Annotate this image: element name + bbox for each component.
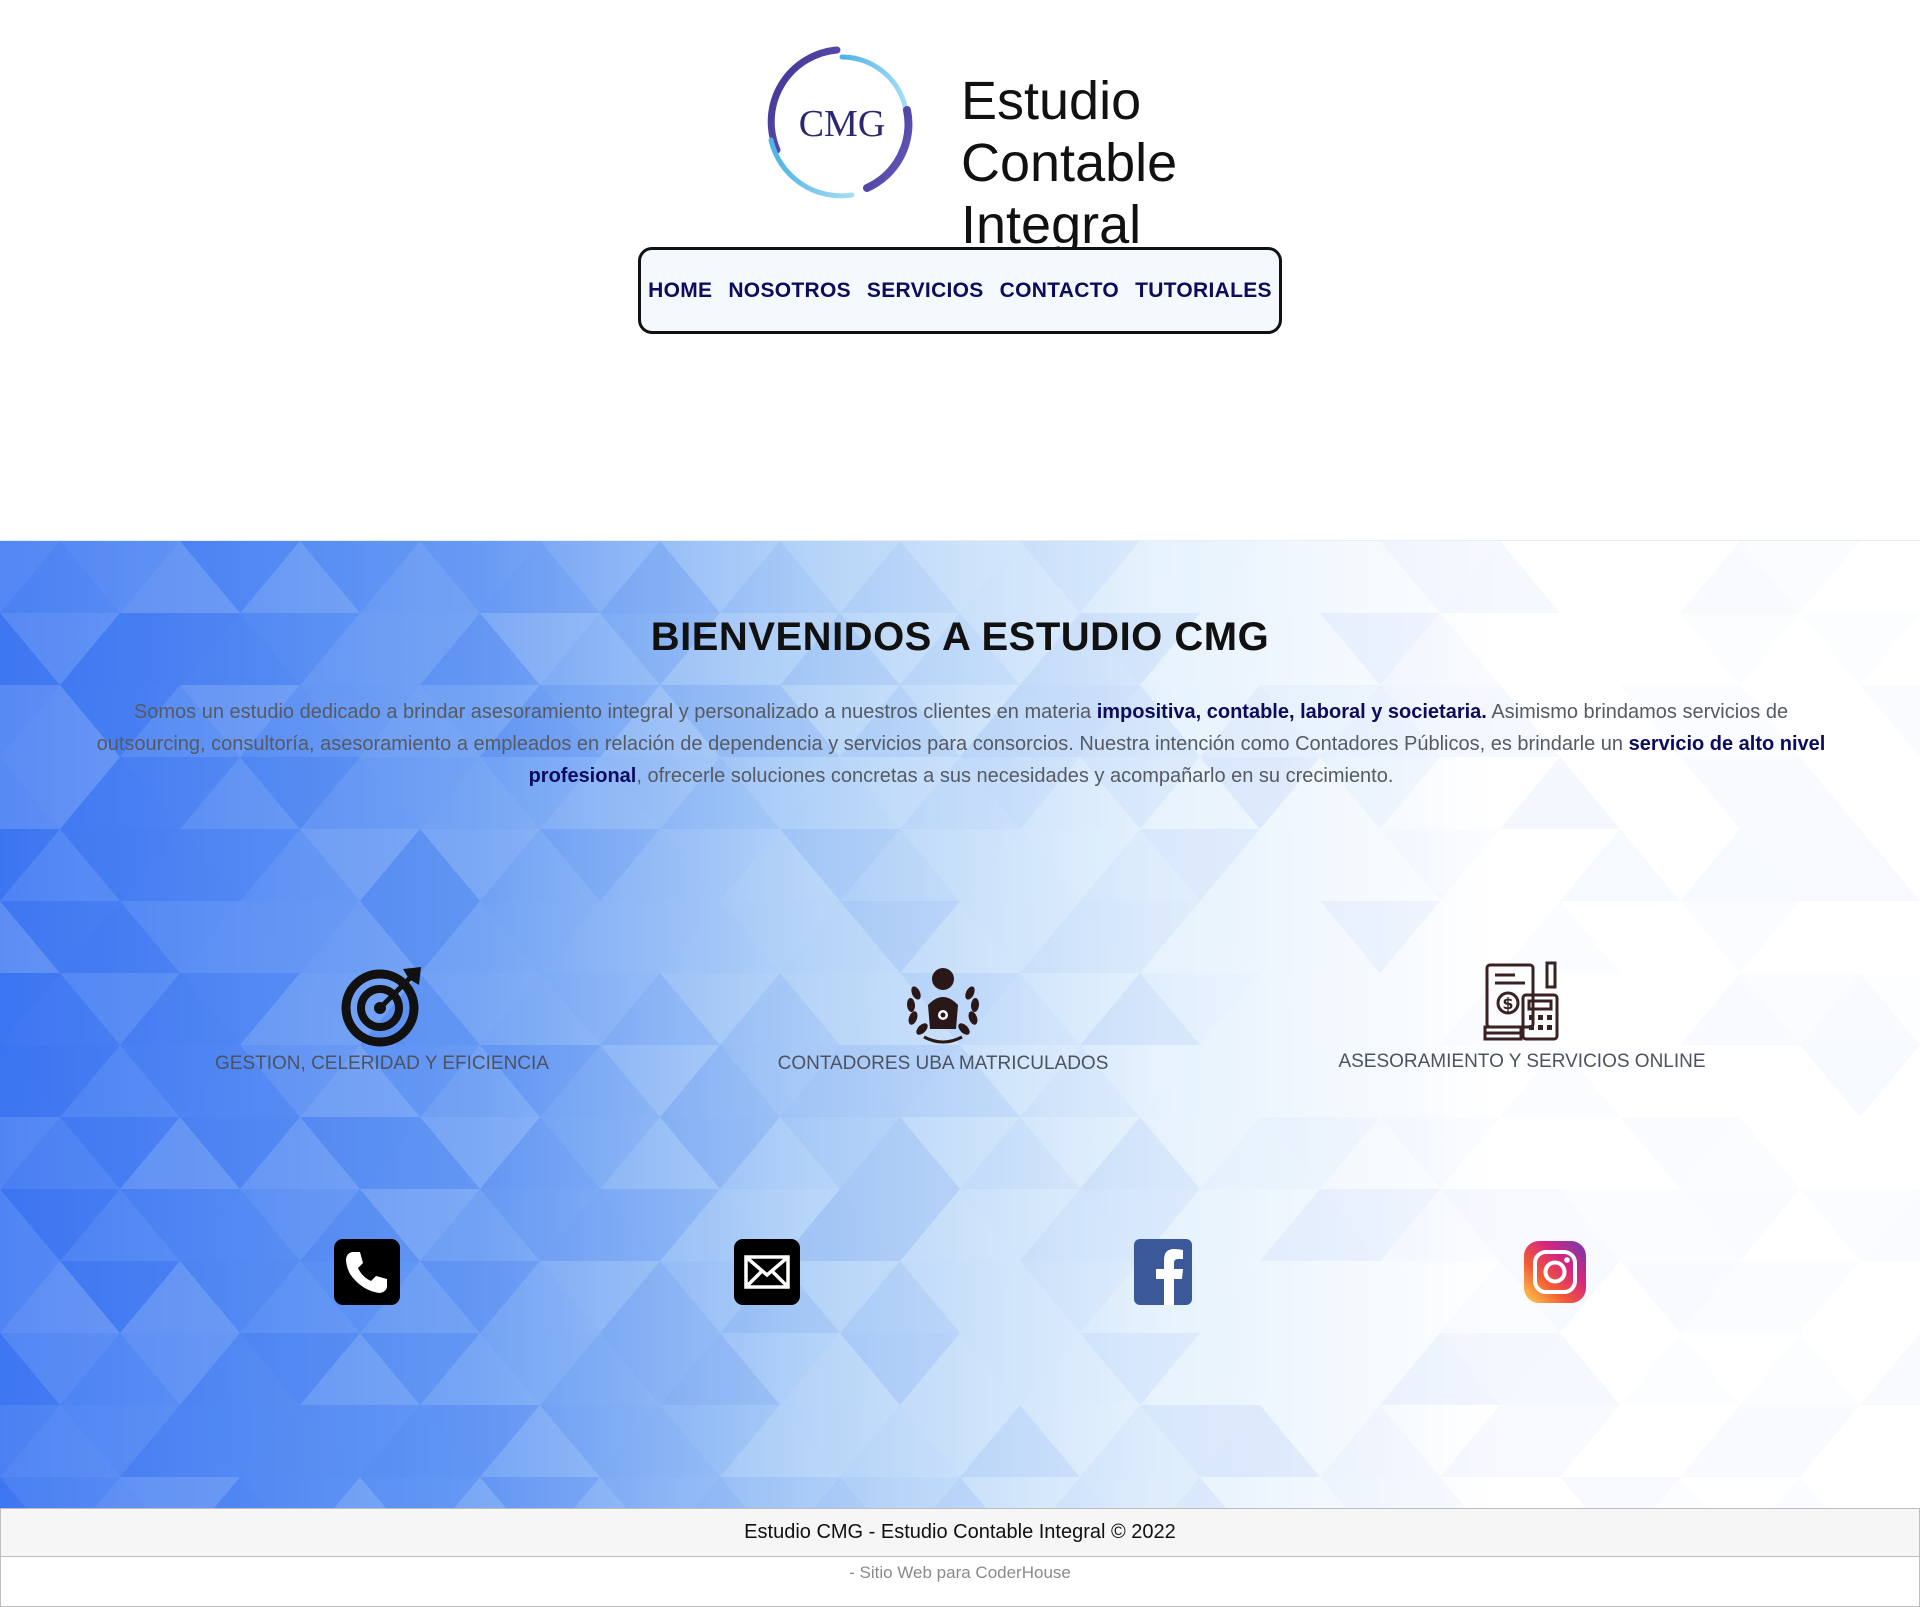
- site-footer: Estudio CMG - Estudio Contable Integral …: [0, 1508, 1920, 1607]
- brand-name-line2: Contable: [961, 133, 1178, 193]
- phone-icon[interactable]: [334, 1239, 400, 1305]
- nav-tutoriales[interactable]: TUTORIALES: [1135, 279, 1272, 303]
- main-section: BIENVENIDOS A ESTUDIO CMG Somos un estud…: [0, 540, 1920, 1508]
- facebook-icon[interactable]: [1130, 1239, 1196, 1305]
- footer-copyright: Estudio CMG - Estudio Contable Integral …: [0, 1508, 1920, 1557]
- nav-contacto[interactable]: CONTACTO: [1000, 279, 1119, 303]
- social-links: [0, 541, 1920, 1508]
- brand[interactable]: CMG Estudio Contable Integral: [757, 40, 1177, 255]
- instagram-icon[interactable]: [1522, 1239, 1588, 1305]
- cmg-logo[interactable]: CMG: [757, 40, 927, 210]
- logo-text: CMG: [799, 103, 886, 145]
- site-header: CMG Estudio Contable Integral HOME NOSOT…: [0, 0, 1920, 540]
- nav-servicios[interactable]: SERVICIOS: [867, 279, 984, 303]
- brand-name: Estudio Contable Integral: [961, 70, 1177, 256]
- footer-credit[interactable]: - Sitio Web para CoderHouse: [0, 1557, 1920, 1607]
- main-nav: HOME NOSOTROS SERVICIOS CONTACTO TUTORIA…: [638, 247, 1282, 334]
- email-icon[interactable]: [734, 1239, 800, 1305]
- brand-name-line1: Estudio: [961, 71, 1142, 131]
- nav-nosotros[interactable]: NOSOTROS: [728, 279, 851, 303]
- nav-home[interactable]: HOME: [648, 279, 712, 303]
